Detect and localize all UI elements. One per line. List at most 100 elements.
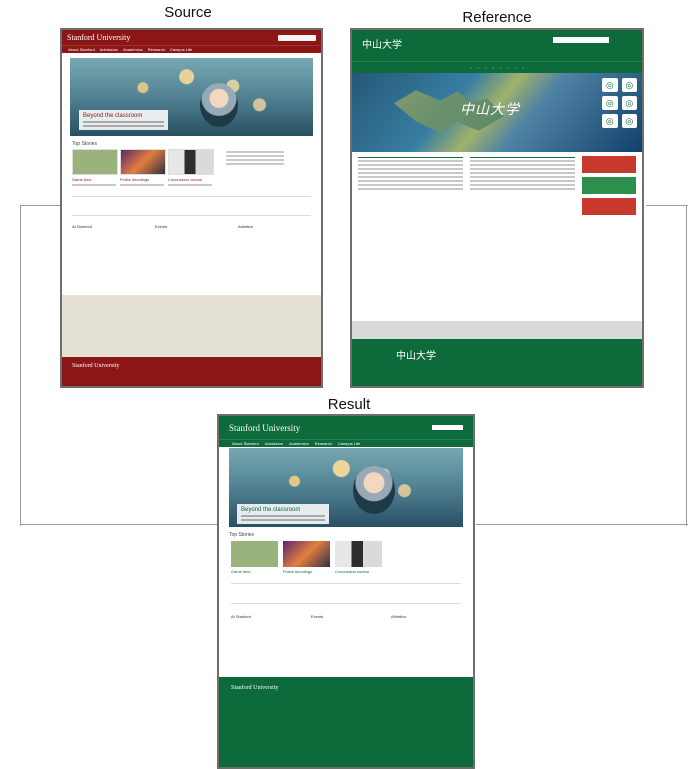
reference-nav-item[interactable]: ◦ [485,65,486,70]
source-screenshot: Stanford University About Stanford Admis… [60,28,323,388]
source-story-line [168,184,212,186]
result-social-band [231,583,461,604]
source-columns: At Stanford Events Athletics [72,224,311,229]
source-story-title[interactable]: Police shootings [120,177,164,182]
reference-screenshot: 中山大学 ◦ ◦ ◦ ◦ ◦ ◦ ◦ ◦ 中山大学 ◎ ◎ ◎ ◎ ◎ ◎ 中山… [350,28,644,388]
source-logo: Stanford University [67,33,131,42]
source-nav-item[interactable]: Admission [100,47,118,52]
reference-nav-item[interactable]: ◦ [500,65,501,70]
result-story-title[interactable]: Game time [231,569,278,574]
result-stories: Game time Police shootings Concussion co… [231,541,461,574]
source-nav-item[interactable]: Research [148,47,165,52]
result-nav: About Stanford Admission Academics Resea… [219,439,473,447]
result-story[interactable]: Police shootings [283,541,330,574]
result-header: Stanford University [219,416,473,439]
result-nav-item[interactable]: Research [315,441,332,446]
source-column: At Stanford [72,224,93,229]
source-story[interactable]: Concussion control [168,149,214,186]
source-story-thumbnail[interactable] [168,149,214,175]
reference-banner: 中山大学 ◎ ◎ ◎ ◎ ◎ ◎ [352,73,642,152]
reference-app-icon[interactable]: ◎ [602,78,618,92]
reference-nav-item[interactable]: ◦ [493,65,494,70]
reference-nav-item[interactable]: ◦ [507,65,508,70]
reference-news-column [358,156,463,219]
reference-box-title [470,156,575,158]
left-connector-vertical [20,205,21,526]
result-diver-image [353,466,395,514]
reference-news-column [470,156,575,219]
source-story-title[interactable]: Concussion control [168,177,212,182]
source-label: Source [164,4,212,21]
reference-content-grid [352,152,642,219]
source-search-input[interactable] [278,34,316,41]
reference-nav-item[interactable]: ◦ [470,65,471,70]
source-section-title: Top Stories [72,141,98,147]
result-nav-item[interactable]: Academics [289,441,309,446]
reference-banner-title: 中山大学 [460,103,520,118]
reference-search-input[interactable] [553,37,609,43]
reference-nav: ◦ ◦ ◦ ◦ ◦ ◦ ◦ ◦ [352,61,642,73]
result-footer-logo: Stanford University [231,685,279,691]
reference-list-line [470,176,575,178]
source-story-thumbnail[interactable] [120,149,166,175]
reference-app-icon[interactable]: ◎ [602,114,618,128]
result-footer: Stanford University [219,677,473,767]
source-story-line [72,184,116,186]
result-hero-title: Beyond the classroom [241,507,301,513]
source-story[interactable]: Police shootings [120,149,166,186]
result-story-title[interactable]: Police shootings [283,569,330,574]
result-story[interactable]: Concussion control [335,541,382,574]
reference-list-line [358,164,463,166]
source-story-thumbnail[interactable] [72,149,118,175]
reference-app-icon[interactable]: ◎ [621,114,637,128]
source-nav-item[interactable]: About Stanford [68,47,95,52]
result-story-title[interactable]: Concussion control [335,569,382,574]
reference-list-line [358,172,463,174]
result-story-thumbnail[interactable] [335,541,382,567]
reference-nav-item[interactable]: ◦ [515,65,516,70]
source-story-line [120,184,164,186]
source-news-line [226,155,284,157]
right-connector-vertical [686,205,687,526]
source-nav-item[interactable]: Campus Life [170,47,192,52]
reference-footer-links [352,321,642,339]
source-nav-item[interactable]: Academics [123,47,143,52]
reference-label: Reference [462,9,532,26]
reference-list-line [470,160,575,162]
result-caption-line [241,519,325,521]
left-connector-top [20,205,62,206]
result-nav-item[interactable]: Campus Life [338,441,360,446]
reference-side-column [582,156,636,219]
result-story[interactable]: Game time [231,541,278,574]
source-news-line [226,159,284,161]
source-nav: About Stanford Admission Academics Resea… [62,45,321,53]
source-diver-image [200,83,238,127]
reference-app-icon[interactable]: ◎ [602,96,618,110]
source-story[interactable]: Game time [72,149,118,186]
reference-nav-item[interactable]: ◦ [478,65,479,70]
source-story-title[interactable]: Game time [72,177,116,182]
result-nav-item[interactable]: About Stanford [232,441,259,446]
result-section-title: Top Stories [229,532,255,538]
result-logo: Stanford University [229,422,301,433]
reference-app-icon[interactable]: ◎ [621,96,637,110]
reference-footer: 中山大学 [352,339,642,386]
source-social-band [72,196,311,216]
result-nav-item[interactable]: Admission [265,441,283,446]
reference-list-line [358,160,463,162]
reference-side-banner[interactable] [582,156,636,173]
right-connector-top [646,205,688,206]
reference-nav-item[interactable]: ◦ [522,65,523,70]
result-story-thumbnail[interactable] [283,541,330,567]
source-news-column [226,149,284,186]
reference-app-icon[interactable]: ◎ [621,78,637,92]
reference-list-line [470,172,575,174]
reference-side-banner[interactable] [582,198,636,215]
result-search-input[interactable] [432,425,463,430]
reference-side-banner[interactable] [582,177,636,194]
reference-list-line [470,180,575,182]
result-story-thumbnail[interactable] [231,541,278,567]
result-column: At Stanford [231,614,252,619]
source-footer-logo: Stanford University [72,363,120,369]
result-caption-line [241,515,325,517]
